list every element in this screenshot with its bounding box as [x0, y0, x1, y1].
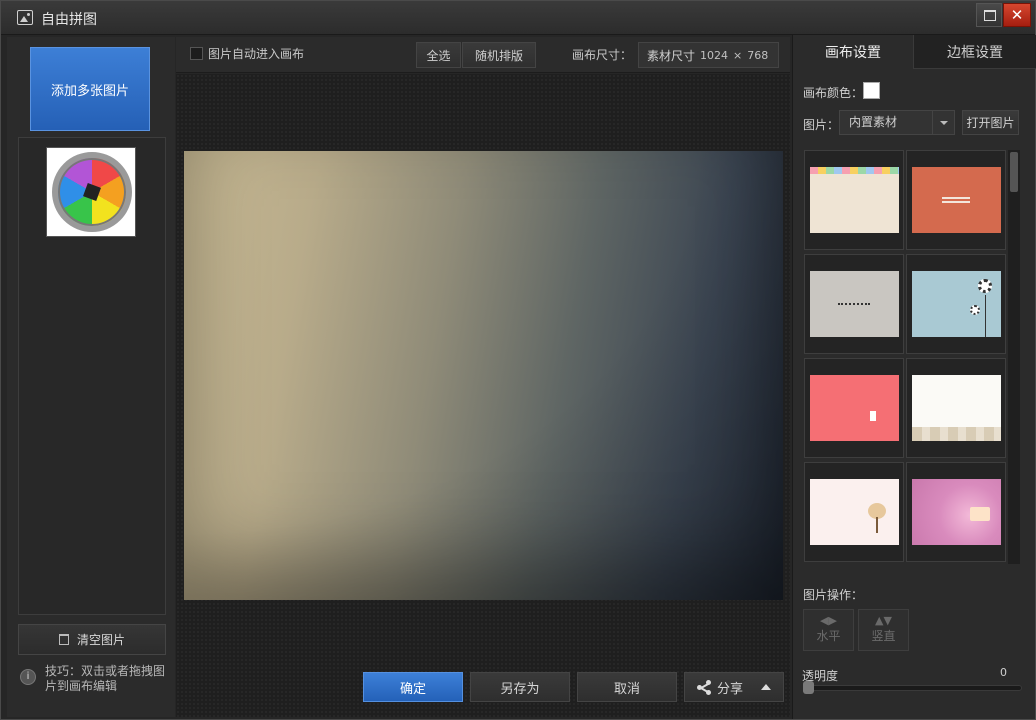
- add-images-button[interactable]: 添加多张图片: [30, 47, 150, 131]
- image-source-value: 内置素材: [849, 115, 898, 129]
- background-tile[interactable]: [906, 462, 1006, 562]
- opacity-value: 0: [1000, 666, 1007, 679]
- background-tile[interactable]: [804, 150, 904, 250]
- opacity-slider-knob[interactable]: [803, 681, 814, 694]
- gallery-scroll-thumb[interactable]: [1010, 152, 1018, 192]
- flip-horizontal-button[interactable]: ◀▶ 水平: [803, 609, 854, 651]
- background-tile[interactable]: [906, 150, 1006, 250]
- canvas-image[interactable]: [184, 151, 783, 600]
- background-orange-image: [912, 167, 1001, 233]
- gallery-scrollbar[interactable]: [1008, 150, 1020, 564]
- chevron-down-icon: [932, 111, 954, 134]
- thumbnail-item[interactable]: [46, 147, 136, 237]
- canvas-size-label: 画布尺寸：: [572, 48, 633, 62]
- canvas-color-label: 画布颜色：: [803, 86, 864, 100]
- size-mode: 素材尺寸: [647, 48, 696, 63]
- image-operations-label: 图片操作：: [803, 588, 864, 602]
- flip-vertical-icon: ▲▼: [875, 614, 892, 627]
- app-window: 自由拼图 ✕ 添加多张图片 清空图片 i 技巧：双击或者拖拽图片到画布编辑 图片…: [0, 0, 1036, 720]
- tab-border-settings[interactable]: 边框设置: [913, 35, 1036, 69]
- auto-enter-checkbox[interactable]: [190, 47, 203, 60]
- close-icon: ✕: [1010, 6, 1024, 24]
- background-village-image: [912, 375, 1001, 441]
- chevron-up-icon: [761, 684, 771, 690]
- background-pink-image: [810, 375, 899, 441]
- ok-button[interactable]: 确定: [363, 672, 463, 702]
- title-bar: 自由拼图 ✕: [1, 1, 1035, 35]
- share-button[interactable]: 分享: [684, 672, 784, 702]
- image-source-label: 图片：: [803, 118, 840, 132]
- trash-icon: [58, 634, 69, 645]
- canvas-size-select[interactable]: 素材尺寸 1024 × 768: [638, 42, 779, 68]
- maximize-button[interactable]: [976, 3, 1002, 27]
- tab-canvas-settings[interactable]: 画布设置: [793, 35, 913, 69]
- background-tile[interactable]: [804, 254, 904, 354]
- canvas-area: [176, 74, 790, 717]
- background-tree-image: [810, 479, 899, 545]
- size-times: ×: [733, 48, 743, 62]
- aperture-logo-image: [52, 152, 132, 232]
- random-layout-button[interactable]: 随机排版: [462, 42, 536, 68]
- open-image-button[interactable]: 打开图片: [962, 110, 1019, 135]
- auto-enter-label: 图片自动进入画布: [208, 47, 305, 61]
- flip-horizontal-label: 水平: [816, 629, 841, 643]
- flip-vertical-button[interactable]: ▲▼ 竖直: [858, 609, 909, 651]
- picture-icon: [17, 10, 33, 25]
- select-all-button[interactable]: 全选: [416, 42, 461, 68]
- canvas-toolbar: 图片自动进入画布 全选 随机排版 画布尺寸： 素材尺寸 1024 × 768: [176, 37, 790, 73]
- info-icon: i: [20, 669, 36, 685]
- clear-images-button[interactable]: 清空图片: [18, 624, 166, 655]
- background-gray-image: [810, 271, 899, 337]
- cancel-button[interactable]: 取消: [577, 672, 677, 702]
- background-flowers-image: [912, 271, 1001, 337]
- background-gallery[interactable]: [804, 150, 1006, 564]
- background-tile[interactable]: [906, 254, 1006, 354]
- flip-vertical-label: 竖直: [871, 629, 896, 643]
- thumbnail-list[interactable]: [18, 137, 166, 615]
- tip-text: 技巧：双击或者拖拽图片到画布编辑: [45, 664, 166, 693]
- canvas-color-swatch[interactable]: [863, 82, 880, 99]
- size-height: 768: [747, 48, 769, 62]
- image-source-select[interactable]: 内置素材: [839, 110, 955, 135]
- share-icon: [696, 680, 711, 695]
- background-dots-image: [810, 167, 899, 233]
- flip-horizontal-icon: ◀▶: [820, 614, 837, 627]
- background-tile[interactable]: [906, 358, 1006, 458]
- window-title: 自由拼图: [41, 12, 97, 28]
- size-width: 1024: [700, 48, 729, 62]
- clear-images-label: 清空图片: [76, 633, 125, 647]
- close-button[interactable]: ✕: [1003, 3, 1031, 27]
- save-as-button[interactable]: 另存为: [470, 672, 570, 702]
- opacity-slider[interactable]: [804, 685, 1022, 691]
- background-tile[interactable]: [804, 462, 904, 562]
- left-panel: 添加多张图片 清空图片 i 技巧：双击或者拖拽图片到画布编辑: [7, 37, 175, 717]
- right-panel: 画布设置 边框设置 画布颜色： 图片： 内置素材 打开图片 图片操作： ◀▶ 水…: [792, 35, 1036, 719]
- background-magenta-image: [912, 479, 1001, 545]
- background-tile[interactable]: [804, 358, 904, 458]
- share-label: 分享: [716, 681, 743, 697]
